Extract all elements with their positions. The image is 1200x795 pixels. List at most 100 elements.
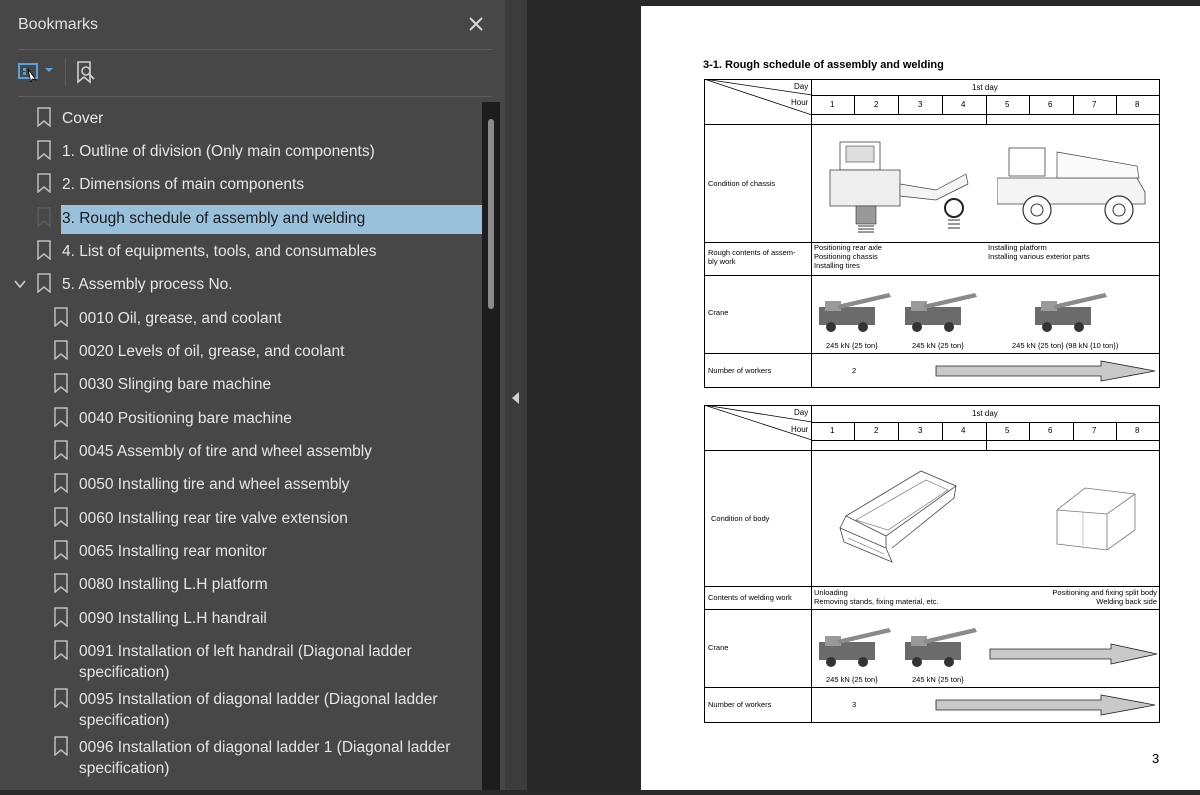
crane-image xyxy=(905,628,977,667)
bookmark-label: 0080 Installing L.H platform xyxy=(79,576,268,593)
bookmark-label: 4. List of equipments, tools, and consum… xyxy=(62,243,377,260)
assembly-text: Installing platform xyxy=(988,243,1047,252)
hour-cell: 8 xyxy=(1135,426,1140,435)
row-label-workers: Number of workers xyxy=(708,700,772,709)
row-label-welding: Contents of welding work xyxy=(708,593,792,602)
bookmark-icon xyxy=(37,107,51,127)
hour-cell: 7 xyxy=(1092,426,1097,435)
welding-text: Unloading xyxy=(814,588,848,597)
bookmark-icon xyxy=(54,307,68,327)
bookmark-icon xyxy=(37,173,51,193)
crane-caption: 245 kN {25 ton} xyxy=(826,675,878,684)
hour-cell: 2 xyxy=(874,100,879,109)
row-label-workers: Number of workers xyxy=(708,366,772,375)
find-bookmark-icon[interactable] xyxy=(74,60,98,84)
bookmark-icon xyxy=(54,640,68,660)
day-value: 1st day xyxy=(972,83,998,92)
assembly-text: Installing various exterior parts xyxy=(988,252,1090,261)
chevron-down-icon[interactable] xyxy=(44,65,54,75)
divider xyxy=(986,95,987,114)
hour-cell: 4 xyxy=(961,426,966,435)
hour-cell: 3 xyxy=(918,100,923,109)
hour-cell: 5 xyxy=(1005,100,1010,109)
divider xyxy=(942,422,943,440)
bookmark-label-line2: specification) xyxy=(79,664,170,681)
divider xyxy=(704,609,1160,610)
day-label: Day xyxy=(794,82,809,91)
bookmark-label-line2: specification) xyxy=(79,712,170,729)
assembly-text: Positioning chassis xyxy=(814,252,878,261)
welding-text: Positioning and fixing split body xyxy=(1052,588,1157,597)
arrow-icon xyxy=(989,643,1158,665)
collapse-panel-icon[interactable] xyxy=(512,392,520,404)
bookmark-icon xyxy=(37,207,51,227)
bookmark-options-icon[interactable] xyxy=(18,62,40,82)
bookmark-label: 0040 Positioning bare machine xyxy=(79,410,292,427)
divider xyxy=(704,353,1160,354)
hour-cell: 1 xyxy=(830,426,835,435)
bookmark-label: 0045 Assembly of tire and wheel assembly xyxy=(79,443,372,460)
bookmark-label: 0065 Installing rear monitor xyxy=(79,543,267,560)
divider xyxy=(704,242,1160,243)
hour-cell: 5 xyxy=(1005,426,1010,435)
row-label-assembly: bly work xyxy=(708,257,736,266)
hour-label: Hour xyxy=(791,98,809,107)
hour-cell: 8 xyxy=(1135,100,1140,109)
divider xyxy=(898,422,899,440)
divider xyxy=(898,95,899,114)
bookmark-label: 5. Assembly process No. xyxy=(62,276,233,293)
divider xyxy=(942,95,943,114)
arrow-icon xyxy=(935,694,1156,716)
divider xyxy=(1029,95,1030,114)
crane-image xyxy=(819,628,891,667)
divider xyxy=(811,405,812,723)
welding-text: Removing stands, fixing material, etc. xyxy=(814,597,939,606)
scrollbar-thumb[interactable] xyxy=(488,119,494,309)
divider xyxy=(986,440,987,450)
hour-cell: 1 xyxy=(830,100,835,109)
divider xyxy=(704,687,1160,688)
welding-text: Welding back side xyxy=(1096,597,1157,606)
divider xyxy=(811,124,1160,125)
row-label-assembly: Rough contents of assem- xyxy=(708,248,796,257)
bookmark-icon xyxy=(54,688,68,708)
day-label: Day xyxy=(794,408,809,417)
row-label-body: Condition of body xyxy=(711,514,770,523)
bookmark-icon xyxy=(54,373,68,393)
bookmark-label: Cover xyxy=(62,110,104,127)
divider xyxy=(1029,422,1030,440)
assembly-text: Installing tires xyxy=(814,261,860,270)
bookmark-label: 0030 Slinging bare machine xyxy=(79,376,272,393)
divider xyxy=(1073,95,1074,114)
bookmark-label: 2. Dimensions of main components xyxy=(62,176,305,193)
bookmark-label: 3. Rough schedule of assembly and weldin… xyxy=(62,210,366,227)
crane-image xyxy=(1035,293,1107,332)
crane-caption: 245 kN {25 ton} xyxy=(912,675,964,684)
bookmark-label: 0090 Installing L.H handrail xyxy=(79,610,267,627)
arrow-icon xyxy=(935,360,1156,382)
row-label-crane: Crane xyxy=(708,308,729,317)
bookmark-label-line1: 0095 Installation of diagonal ladder (Di… xyxy=(79,691,438,708)
assembly-text: Positioning rear axle xyxy=(814,243,882,252)
divider xyxy=(854,95,855,114)
bookmark-icon xyxy=(54,340,68,360)
panel-title: Bookmarks xyxy=(18,16,99,33)
document-page: 3-1. Rough schedule of assembly and weld… xyxy=(641,6,1200,790)
divider xyxy=(1116,422,1117,440)
bookmark-label: 0020 Levels of oil, grease, and coolant xyxy=(79,343,345,360)
hour-cell: 7 xyxy=(1092,100,1097,109)
row-label-crane: Crane xyxy=(708,643,729,652)
bookmarks-panel: Bookmarks Cover 1. Outline of division (… xyxy=(0,0,505,795)
bookmark-icon xyxy=(54,507,68,527)
day-value: 1st day xyxy=(972,409,998,418)
hour-cell: 2 xyxy=(874,426,879,435)
body-box-drawing xyxy=(1056,487,1136,551)
close-icon[interactable] xyxy=(466,14,486,34)
chevron-down-icon[interactable] xyxy=(13,277,27,291)
bookmark-icon xyxy=(54,407,68,427)
status-strip xyxy=(0,790,1200,795)
bookmark-label-line2: specification) xyxy=(79,760,170,777)
bookmark-label-line1: 0096 Installation of diagonal ladder 1 (… xyxy=(79,739,451,756)
hour-cell: 6 xyxy=(1048,100,1053,109)
hour-cell: 4 xyxy=(961,100,966,109)
